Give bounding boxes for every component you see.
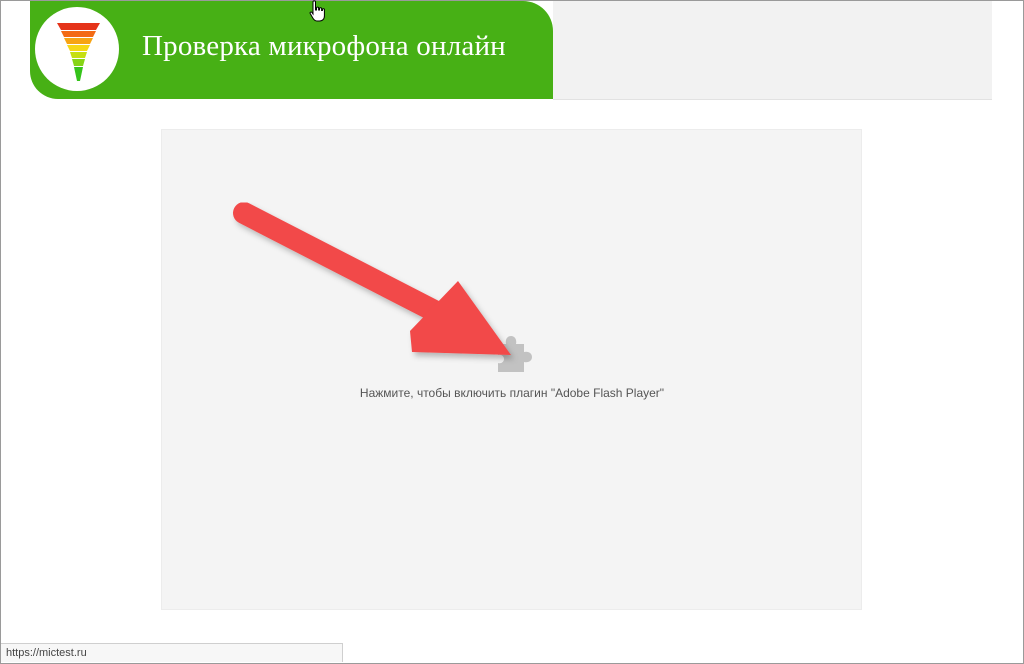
page-title[interactable]: Проверка микрофона онлайн bbox=[142, 30, 506, 63]
puzzle-piece-icon[interactable] bbox=[492, 334, 534, 374]
site-logo[interactable] bbox=[35, 7, 119, 91]
enable-plugin-message[interactable]: Нажмите, чтобы включить плагин "Adobe Fl… bbox=[0, 386, 1024, 400]
header-background bbox=[553, 1, 992, 100]
microphone-level-meter-icon bbox=[57, 23, 100, 81]
plugin-message-text: Нажмите, чтобы включить плагин "Adobe Fl… bbox=[359, 386, 665, 400]
hand-cursor-icon bbox=[309, 0, 325, 22]
status-bar-url: https://mictest.ru bbox=[1, 643, 343, 662]
